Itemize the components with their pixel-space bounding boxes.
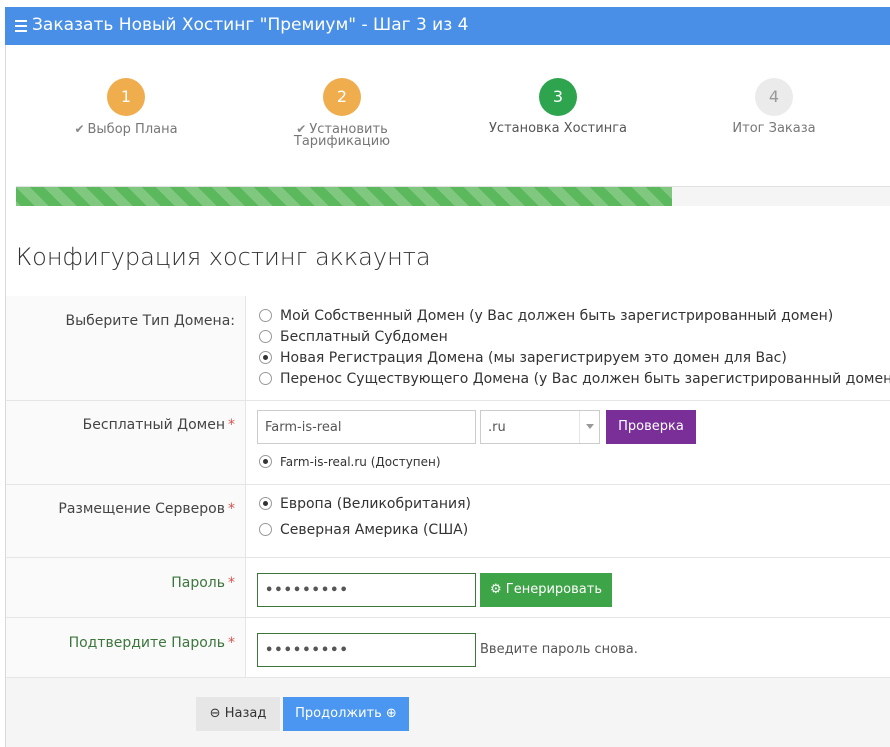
order-progress-bar — [16, 186, 890, 206]
password-label: Пароль * — [6, 558, 246, 617]
free-domain-label: Бесплатный Домен * — [6, 401, 246, 484]
radio-icon[interactable] — [259, 523, 272, 536]
free-domain-row: Бесплатный Домен * Farm-is-real .ru Прове… — [6, 401, 890, 485]
step-1-label: Выбор Плана — [87, 122, 178, 137]
server-option-north-america[interactable]: Северная Америка (США) — [259, 522, 468, 538]
circle-arrow-right-icon: ⊕ — [381, 706, 397, 721]
order-steps: 1 ✔ Выбор Плана 2 ✔ Установить Тарификацию… — [6, 45, 890, 185]
step-1: 1 ✔ Выбор Плана — [6, 78, 246, 136]
domain-name-input[interactable]: Farm-is-real — [257, 410, 476, 444]
step-2: 2 ✔ Установить Тарификацию — [222, 78, 462, 148]
step-3-label: Установка Хостинга — [489, 121, 627, 136]
checkmark-icon: ✔ — [74, 122, 85, 136]
step-4: 4 Итог Заказа — [654, 78, 890, 135]
step-2-label: Установить Тарификацию — [293, 122, 391, 149]
domain-type-row: Выберите Тип Домена: Мой Собственный Дом… — [6, 296, 890, 401]
domain-type-option-transfer[interactable]: Перенос Существующего Домена (у Вас долж… — [259, 371, 890, 387]
window-header: Заказать Новый Хостинг "Премиум" - Шаг 3… — [5, 7, 890, 45]
page-title: Заказать Новый Хостинг "Премиум" - Шаг 3… — [32, 15, 469, 35]
step-3: 3 Установка Хостинга — [438, 78, 678, 135]
domain-type-label: Выберите Тип Домена: — [6, 296, 246, 400]
server-location-label: Размещение Серверов * — [6, 485, 246, 557]
gear-icon: ⚙ — [490, 582, 506, 597]
radio-icon[interactable] — [259, 372, 272, 385]
step-4-circle: 4 — [755, 78, 793, 116]
radio-icon[interactable] — [259, 497, 272, 510]
domain-type-option-subdomain[interactable]: Бесплатный Субдомен — [259, 329, 448, 345]
confirm-password-input[interactable]: ••••••••• — [257, 633, 476, 667]
radio-icon[interactable] — [259, 455, 272, 468]
tld-select[interactable]: .ru — [480, 410, 600, 444]
check-domain-button[interactable]: Проверка — [606, 410, 696, 444]
section-title: Конфигурация хостинг аккаунта — [16, 243, 431, 271]
radio-icon[interactable] — [259, 330, 272, 343]
step-1-circle: 1 — [107, 78, 145, 116]
radio-icon[interactable] — [259, 351, 272, 364]
step-3-circle: 3 — [539, 78, 577, 116]
password-input[interactable]: ••••••••• — [257, 573, 476, 607]
confirm-password-label: Подтвердите Пароль * — [6, 618, 246, 678]
domain-type-option-register[interactable]: Новая Регистрация Домена (мы зарегистрир… — [259, 350, 787, 366]
generate-password-button[interactable]: ⚙ Генерировать — [480, 573, 612, 607]
server-location-row: Размещение Серверов * Европа (Великобрита… — [6, 485, 890, 558]
continue-button[interactable]: Продолжить ⊕ — [283, 697, 409, 731]
chevron-down-icon[interactable] — [579, 411, 599, 443]
progress-fill — [16, 187, 672, 206]
step-2-circle: 2 — [323, 78, 361, 116]
step-4-label: Итог Заказа — [732, 121, 816, 136]
password-row: Пароль * ••••••••• ⚙ Генерировать — [6, 558, 890, 618]
circle-arrow-left-icon: ⊖ — [209, 706, 225, 721]
back-button[interactable]: ⊖ Назад — [196, 697, 280, 731]
domain-type-option-own[interactable]: Мой Собственный Домен (у Вас должен быть… — [259, 308, 833, 324]
confirm-password-row: Подтвердите Пароль * ••••••••• Введите па… — [6, 618, 890, 678]
hamburger-icon[interactable] — [15, 20, 27, 32]
confirm-password-hint: Введите пароль снова. — [480, 642, 638, 657]
form-footer: ⊖ Назад Продолжить ⊕ — [6, 677, 890, 747]
domain-availability-result[interactable]: Farm-is-real.ru (Доступен) — [259, 455, 441, 469]
radio-icon[interactable] — [259, 309, 272, 322]
server-option-europe[interactable]: Европа (Великобритания) — [259, 496, 471, 512]
